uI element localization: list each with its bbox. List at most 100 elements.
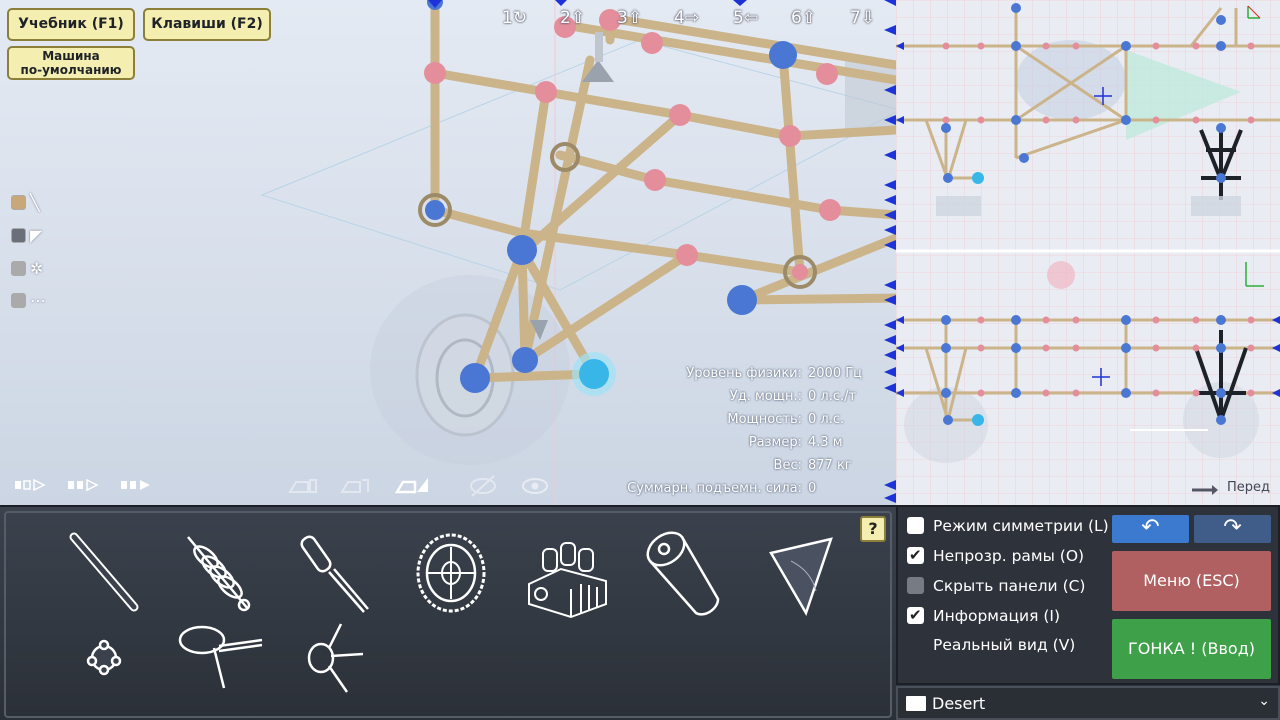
eye-off-icon[interactable] bbox=[468, 474, 498, 498]
info-checkbox[interactable] bbox=[907, 604, 924, 626]
camera-view-7-button[interactable]: 7⇩ bbox=[850, 8, 875, 28]
race-button[interactable]: ГОНКА ! (Ввод) bbox=[1112, 619, 1271, 679]
play-slow-icon bbox=[15, 478, 46, 492]
piston-part-icon bbox=[300, 535, 369, 613]
camera-view-3-button[interactable]: 3⇧ bbox=[617, 8, 642, 28]
default-car-label-line2: по-умолчанию bbox=[20, 63, 122, 77]
stat-value: 0 л.с./т bbox=[808, 389, 857, 404]
speed-normal-button[interactable] bbox=[67, 478, 101, 495]
parts-panel-frame bbox=[4, 511, 892, 718]
hide-panels-checkbox[interactable] bbox=[907, 577, 924, 594]
app-root: Учебник (F1) Клавиши (F2) Машина по-умол… bbox=[0, 0, 1280, 720]
tutorial-button[interactable]: Учебник (F1) bbox=[7, 8, 135, 41]
arrow-up-icon: ⇧ bbox=[801, 8, 817, 28]
option-label: Непрозр. рамы (O) bbox=[933, 547, 1085, 565]
wing-layer-toggle[interactable]: ◤ bbox=[11, 227, 53, 245]
camera-view-number: 3 bbox=[617, 8, 628, 28]
stat-row: Мощность: 0 л.с. bbox=[627, 408, 862, 431]
stat-value: 877 кг bbox=[808, 458, 852, 473]
stat-row: Уд. мощн.: 0 л.с./т bbox=[627, 385, 862, 408]
part-steering[interactable] bbox=[301, 618, 371, 702]
arrow-right-icon: ⇨ bbox=[684, 8, 700, 28]
opaque-frame-checkbox[interactable] bbox=[907, 544, 924, 566]
camera-view-number: 1 bbox=[502, 8, 513, 28]
stat-label: Размер: bbox=[748, 435, 802, 450]
blueprint-views[interactable]: Перед bbox=[896, 0, 1280, 505]
camera-view-2-button[interactable]: 2⇧ bbox=[560, 8, 585, 28]
steering-part-icon bbox=[307, 623, 364, 693]
stat-label: Суммарн. подъемн. сила: bbox=[627, 481, 802, 496]
other-layer-toggle[interactable]: ⋯ bbox=[11, 292, 53, 310]
stat-value: 2000 Гц bbox=[808, 366, 862, 381]
stat-row: Суммарн. подъемн. сила: 0 bbox=[627, 477, 862, 500]
beam-layer-toggle[interactable]: ╲ bbox=[11, 194, 53, 212]
more-icon: ⋯ bbox=[30, 291, 46, 310]
view-mode-3-icon[interactable] bbox=[394, 474, 428, 498]
part-beam[interactable] bbox=[64, 527, 144, 621]
camera-view-6-button[interactable]: 6⇧ bbox=[791, 8, 816, 28]
view-mode-2-icon[interactable] bbox=[340, 474, 370, 498]
part-node[interactable] bbox=[79, 633, 129, 687]
node-part-icon bbox=[86, 639, 122, 676]
part-jet[interactable] bbox=[638, 527, 728, 626]
stat-label: Уд. мощн.: bbox=[729, 389, 802, 404]
option-label: Скрыть панели (C) bbox=[933, 577, 1086, 595]
speed-slow-button[interactable] bbox=[14, 478, 48, 495]
undo-button[interactable]: ↶ bbox=[1112, 515, 1189, 543]
arrow-down-icon: ⇩ bbox=[860, 8, 876, 28]
option-label: Реальный вид (V) bbox=[933, 636, 1076, 654]
keys-button[interactable]: Клавиши (F2) bbox=[143, 8, 271, 41]
menu-button[interactable]: Меню (ESC) bbox=[1112, 551, 1271, 611]
forward-direction-label: Перед bbox=[1226, 480, 1270, 495]
part-spring[interactable] bbox=[178, 527, 258, 621]
chevron-down-icon: ⌄ bbox=[1258, 693, 1270, 709]
speed-fast-button[interactable] bbox=[120, 478, 154, 495]
part-piston[interactable] bbox=[294, 527, 374, 621]
wheel-icon: ✲ bbox=[30, 259, 44, 278]
option-label: Режим симметрии (L) bbox=[933, 517, 1109, 535]
play-fast-icon bbox=[121, 480, 150, 490]
camera-view-number: 4 bbox=[674, 8, 685, 28]
stat-label: Мощность: bbox=[727, 412, 802, 427]
beam-icon: ╲ bbox=[30, 193, 40, 212]
camera-view-number: 5 bbox=[733, 8, 744, 28]
option-label: Информация (I) bbox=[933, 607, 1061, 625]
redo-button[interactable]: ↷ bbox=[1194, 515, 1271, 543]
car-stats-panel: Уровень физики: 2000 Гц Уд. мощн.: 0 л.с./… bbox=[627, 362, 862, 500]
eye-icon[interactable] bbox=[520, 474, 550, 498]
wheel-part-icon bbox=[416, 533, 486, 613]
wheel-layer-toggle[interactable]: ✲ bbox=[11, 260, 53, 278]
part-motor-axle[interactable] bbox=[174, 618, 269, 702]
stat-row: Уровень физики: 2000 Гц bbox=[627, 362, 862, 385]
editor-options-panel: Режим симметрии (L) Непрозр. рамы (O) Ск… bbox=[896, 505, 1280, 685]
part-engine[interactable] bbox=[521, 529, 616, 623]
layer-color-swatch bbox=[11, 228, 26, 243]
part-wheel[interactable] bbox=[411, 529, 491, 623]
wing-icon: ◤ bbox=[30, 226, 43, 245]
stat-value: 4.3 м bbox=[808, 435, 843, 450]
engine-part-icon bbox=[528, 542, 607, 619]
landscape-icon bbox=[906, 696, 926, 711]
camera-view-5-button[interactable]: 5⇦ bbox=[733, 8, 758, 28]
stat-label: Вес: bbox=[773, 458, 802, 473]
motor-axle-part-icon bbox=[178, 625, 263, 689]
3d-viewport[interactable]: Учебник (F1) Клавиши (F2) Машина по-умол… bbox=[0, 0, 896, 505]
arrow-up-icon: ⇧ bbox=[627, 8, 643, 28]
wing-part-icon bbox=[769, 537, 833, 617]
terrain-select[interactable]: Desert ⌄ bbox=[896, 686, 1280, 720]
camera-view-number: 7 bbox=[850, 8, 861, 28]
blueprint-drawing bbox=[896, 0, 1280, 505]
stat-value: 0 bbox=[808, 481, 817, 496]
camera-view-1-button[interactable]: 1↻ bbox=[502, 8, 527, 28]
symmetry-checkbox[interactable] bbox=[907, 517, 924, 534]
part-wing[interactable] bbox=[761, 531, 841, 625]
stat-value: 0 л.с. bbox=[808, 412, 845, 427]
view-mode-1-icon[interactable] bbox=[288, 474, 318, 498]
stat-label: Уровень физики: bbox=[686, 366, 802, 381]
layer-color-swatch bbox=[11, 293, 26, 308]
jet-part-icon bbox=[646, 531, 720, 616]
default-car-button[interactable]: Машина по-умолчанию bbox=[7, 46, 135, 80]
parts-panel: ? bbox=[0, 505, 896, 720]
camera-view-4-button[interactable]: 4⇨ bbox=[674, 8, 699, 28]
help-button[interactable]: ? bbox=[860, 516, 886, 542]
